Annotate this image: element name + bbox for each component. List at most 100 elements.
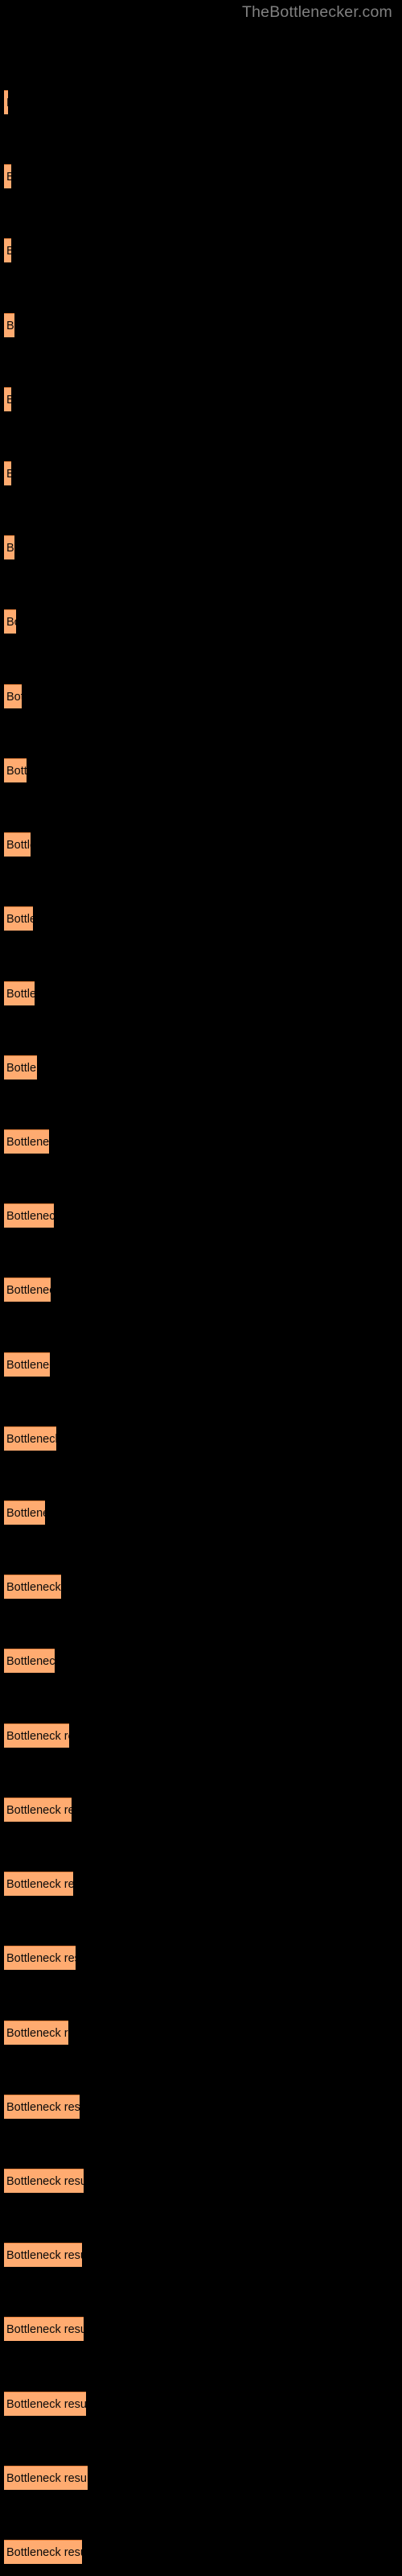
bar-row: Bottleneck result [0,1352,402,1377]
bar-row: Bottleneck result [0,1649,402,1673]
bar-label: Bottleneck result [6,2175,84,2188]
bar-row: Bottleneck result [0,1946,402,1970]
bar[interactable]: Bottleneck result [4,981,35,1005]
bar-label: Bottleneck result [6,839,31,852]
bar-label: Bottleneck result [6,2249,82,2262]
bar-row: Bottleneck result [0,609,402,634]
bar[interactable]: Bottleneck result [4,609,16,634]
bar-label: Bottleneck result [6,462,11,485]
bar[interactable]: Bottleneck result [4,1798,72,1822]
bar-label: Bottleneck result [6,1433,56,1446]
bar-label: Bottleneck result [6,239,11,262]
bar[interactable]: Bottleneck result [4,1724,69,1748]
bar[interactable]: Bottleneck result [4,313,14,337]
bar[interactable]: Bottleneck result [4,90,8,114]
bar-row: Bottleneck result [0,1798,402,1822]
bar-row: Bottleneck result [0,2243,402,2267]
bar-row: Bottleneck result [0,238,402,262]
bar[interactable]: Bottleneck result [4,2243,82,2267]
bar[interactable]: Bottleneck result [4,2021,68,2045]
bar-row: Bottleneck result [0,2466,402,2490]
bar-row: Bottleneck result [0,387,402,411]
bar-label: Bottleneck result [6,1210,54,1223]
bar-row: Bottleneck result [0,684,402,708]
bar[interactable]: Bottleneck result [4,2540,82,2564]
bar-label: Bottleneck result [6,2546,82,2559]
bar[interactable]: Bottleneck result [4,2466,88,2490]
bar-label: Bottleneck result [6,165,11,188]
bar[interactable]: Bottleneck result [4,164,11,188]
bar[interactable]: Bottleneck result [4,1055,37,1080]
bar[interactable]: Bottleneck result [4,1946,76,1970]
bar-label: Bottleneck result [6,542,14,555]
bar-row: Bottleneck result [0,981,402,1005]
bar[interactable]: Bottleneck result [4,1575,61,1599]
bar-label: Bottleneck result [6,988,35,1001]
bar-label: Bottleneck result [6,2027,68,2040]
bar[interactable]: Bottleneck result [4,1352,50,1377]
bar-row: Bottleneck result [0,1426,402,1451]
bar-row: Bottleneck result [0,1872,402,1896]
bar-row: Bottleneck result [0,2169,402,2193]
bar-row: Bottleneck result [0,1055,402,1080]
bar-row: Bottleneck result [0,1129,402,1154]
bar-row: Bottleneck result [0,1203,402,1228]
bar-row: Bottleneck result [0,1724,402,1748]
bar-label: Bottleneck result [6,1359,50,1372]
bar[interactable]: Bottleneck result [4,2095,80,2119]
bar-row: Bottleneck result [0,2540,402,2564]
bar-label: Bottleneck result [6,320,14,332]
bar-row: Bottleneck result [0,535,402,559]
bar-row: Bottleneck result [0,2392,402,2416]
bar[interactable]: Bottleneck result [4,535,14,559]
bar[interactable]: Bottleneck result [4,2169,84,2193]
bar-row: Bottleneck result [0,1501,402,1525]
bar-label: Bottleneck result [6,388,11,411]
bar[interactable]: Bottleneck result [4,1203,54,1228]
bar[interactable]: Bottleneck result [4,238,11,262]
bar-row: Bottleneck result [0,832,402,857]
bar-label: Bottleneck result [6,1804,72,1817]
bar[interactable]: Bottleneck result [4,461,11,485]
bar-row: Bottleneck result [0,90,402,114]
bar[interactable]: Bottleneck result [4,906,33,931]
bar-label: Bottleneck result [6,2398,86,2411]
bar[interactable]: Bottleneck result [4,1129,49,1154]
bar-label: Bottleneck result [6,1730,69,1743]
bar[interactable]: Bottleneck result [4,758,27,782]
bar-label: Bottleneck result [6,2101,80,2114]
bar-row: Bottleneck result [0,2021,402,2045]
bar-row: Bottleneck result [0,2317,402,2341]
bar-label: Bottleneck result [6,1581,61,1594]
bar-label: Bottleneck result [6,1507,45,1520]
bar-label: Bottleneck result [6,765,27,778]
bar[interactable]: Bottleneck result [4,1278,51,1302]
bar-label: Bottleneck result [6,1655,55,1668]
bar[interactable]: Bottleneck result [4,1649,55,1673]
bar-row: Bottleneck result [0,906,402,931]
bar[interactable]: Bottleneck result [4,387,11,411]
bar-label: Bottleneck result [6,1136,49,1149]
bar[interactable]: Bottleneck result [4,2317,84,2341]
bar-label: Bottleneck result [6,2323,84,2336]
bar-row: Bottleneck result [0,461,402,485]
bar-label: Bottleneck result [6,1878,73,1891]
bar-row: Bottleneck result [0,164,402,188]
bottleneck-bar-chart: Bottleneck result Bottleneck result Bottle… [0,0,402,2576]
bar-label: Bottleneck result [6,691,22,704]
bar-row: Bottleneck result [0,313,402,337]
bar[interactable]: Bottleneck result [4,1501,45,1525]
bar-label: Bottleneck result [6,913,33,926]
bar[interactable]: Bottleneck result [4,832,31,857]
bar-label: Bottleneck result [6,616,16,629]
bar-label: Bottleneck result [6,1952,76,1965]
bar[interactable]: Bottleneck result [4,684,22,708]
bar-row: Bottleneck result [0,1278,402,1302]
bar-label: Bottleneck result [6,1062,37,1075]
bar[interactable]: Bottleneck result [4,1872,73,1896]
bar-label: Bottleneck result [6,2472,88,2485]
bar[interactable]: Bottleneck result [4,2392,86,2416]
bar-label: Bottleneck result [6,1284,51,1297]
bar-row: Bottleneck result [0,1575,402,1599]
bar[interactable]: Bottleneck result [4,1426,56,1451]
